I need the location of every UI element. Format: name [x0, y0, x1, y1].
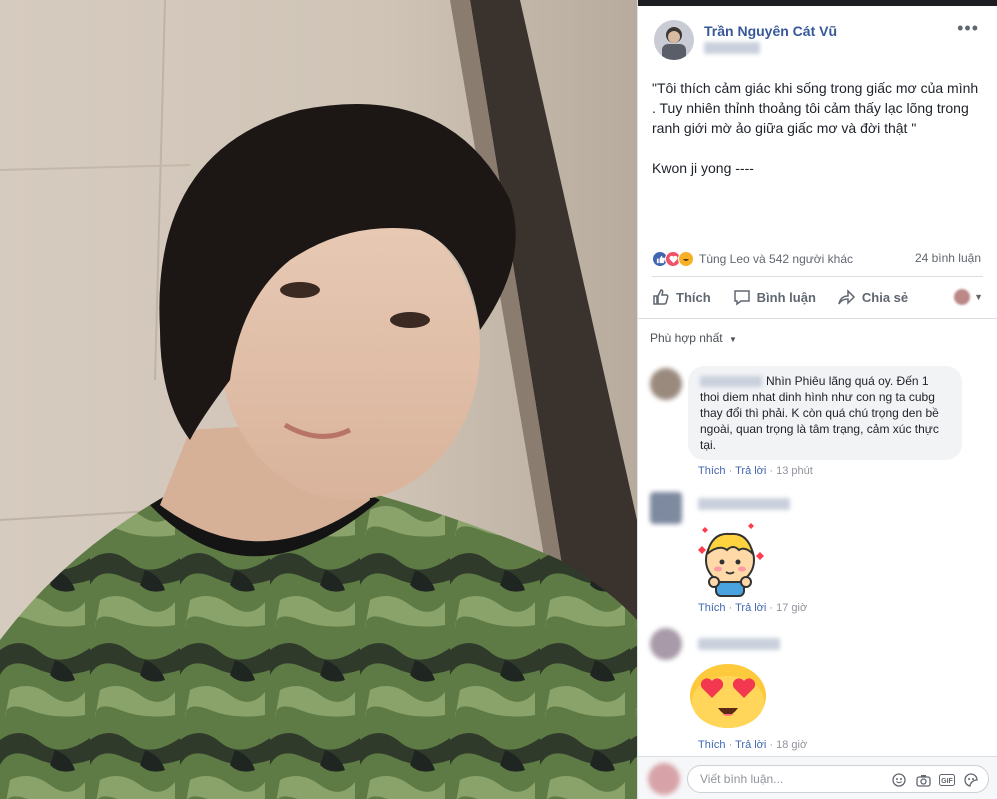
viewer-avatar [954, 289, 971, 305]
comment-time[interactable]: 17 giờ [776, 602, 807, 614]
comment-meta: Thích · Trả lời · 13 phút [698, 465, 813, 477]
composer-tools: GIF [884, 771, 980, 789]
comment-button[interactable]: Bình luận [733, 288, 816, 306]
comment-input[interactable]: Viết bình luận... GIF [687, 765, 989, 793]
commenter-name-blurred[interactable] [698, 638, 780, 650]
post-actions: Thích Bình luận Chia sẻ ▼ [652, 282, 983, 312]
comment-reply-link[interactable]: Trả lời [735, 739, 766, 751]
heart-eyes-emoji-sticker [688, 662, 768, 735]
chevron-down-icon: ▼ [728, 335, 737, 344]
comments-count[interactable]: 24 bình luận [915, 251, 981, 265]
comment-reply-link[interactable]: Trả lời [735, 465, 766, 477]
commenter-avatar[interactable] [650, 492, 682, 524]
comment-label: Bình luận [756, 289, 816, 305]
divider [652, 276, 983, 277]
commenter-name-blurred[interactable] [700, 376, 762, 388]
divider [638, 318, 997, 319]
author-avatar[interactable] [654, 20, 694, 60]
share-arrow-icon [838, 289, 855, 305]
author-name[interactable]: Trần Nguyên Cát Vũ [704, 23, 837, 39]
camera-icon[interactable] [914, 771, 932, 789]
reactions-text: Tùng Leo và 542 người khác [699, 252, 854, 266]
post-timestamp-blurred [704, 42, 760, 54]
comment-like-link[interactable]: Thích [698, 739, 726, 751]
post-caption: "Tôi thích cảm giác khi sống trong giấc … [652, 80, 979, 176]
top-bar [638, 0, 997, 6]
like-label: Thích [676, 289, 711, 305]
comment-placeholder: Viết bình luận... [700, 772, 784, 786]
commenter-avatar[interactable] [650, 628, 682, 660]
selfie-image [0, 0, 637, 799]
post-as-selector[interactable]: ▼ [954, 289, 983, 305]
sort-label: Phù hợp nhất [650, 331, 723, 345]
comment-meta: Thích · Trả lời · 17 giờ [698, 602, 808, 614]
post-side-panel: Trần Nguyên Cát Vũ ••• "Tôi thích cảm gi… [637, 0, 997, 799]
comment-bubble-icon [733, 290, 750, 306]
emoji-icon[interactable] [890, 771, 908, 789]
sticker-icon[interactable] [962, 771, 980, 789]
comment-like-link[interactable]: Thích [698, 465, 726, 477]
comment-time[interactable]: 13 phút [776, 465, 813, 477]
comment-bubble: Nhìn Phiêu lãng quá oy. Đến 1 thoi diem … [688, 366, 962, 460]
share-label: Chia sẻ [861, 289, 909, 305]
baby-sticker [690, 520, 770, 603]
gif-icon[interactable]: GIF [938, 771, 956, 789]
svg-text:GIF: GIF [941, 778, 953, 785]
comment-sort-dropdown[interactable]: Phù hợp nhất ▼ [650, 331, 737, 345]
post-photo[interactable] [0, 0, 637, 799]
chevron-down-icon: ▼ [974, 292, 983, 302]
like-button[interactable]: Thích [652, 288, 711, 306]
thumbs-up-icon [653, 289, 669, 305]
comment-meta: Thích · Trả lời · 18 giờ [698, 739, 808, 751]
comment-like-link[interactable]: Thích [698, 602, 726, 614]
reactions-summary[interactable]: Tùng Leo và 542 người khác [652, 250, 853, 268]
more-options-icon[interactable]: ••• [957, 18, 979, 39]
share-button[interactable]: Chia sẻ [838, 288, 908, 306]
comment-time[interactable]: 18 giờ [776, 739, 807, 751]
comment-reply-link[interactable]: Trả lời [735, 602, 766, 614]
comment-composer: Viết bình luận... GIF [638, 756, 997, 799]
haha-reaction-icon [678, 251, 694, 267]
commenter-name-blurred[interactable] [698, 498, 790, 510]
viewer-avatar [648, 763, 680, 795]
commenter-avatar[interactable] [650, 368, 682, 400]
